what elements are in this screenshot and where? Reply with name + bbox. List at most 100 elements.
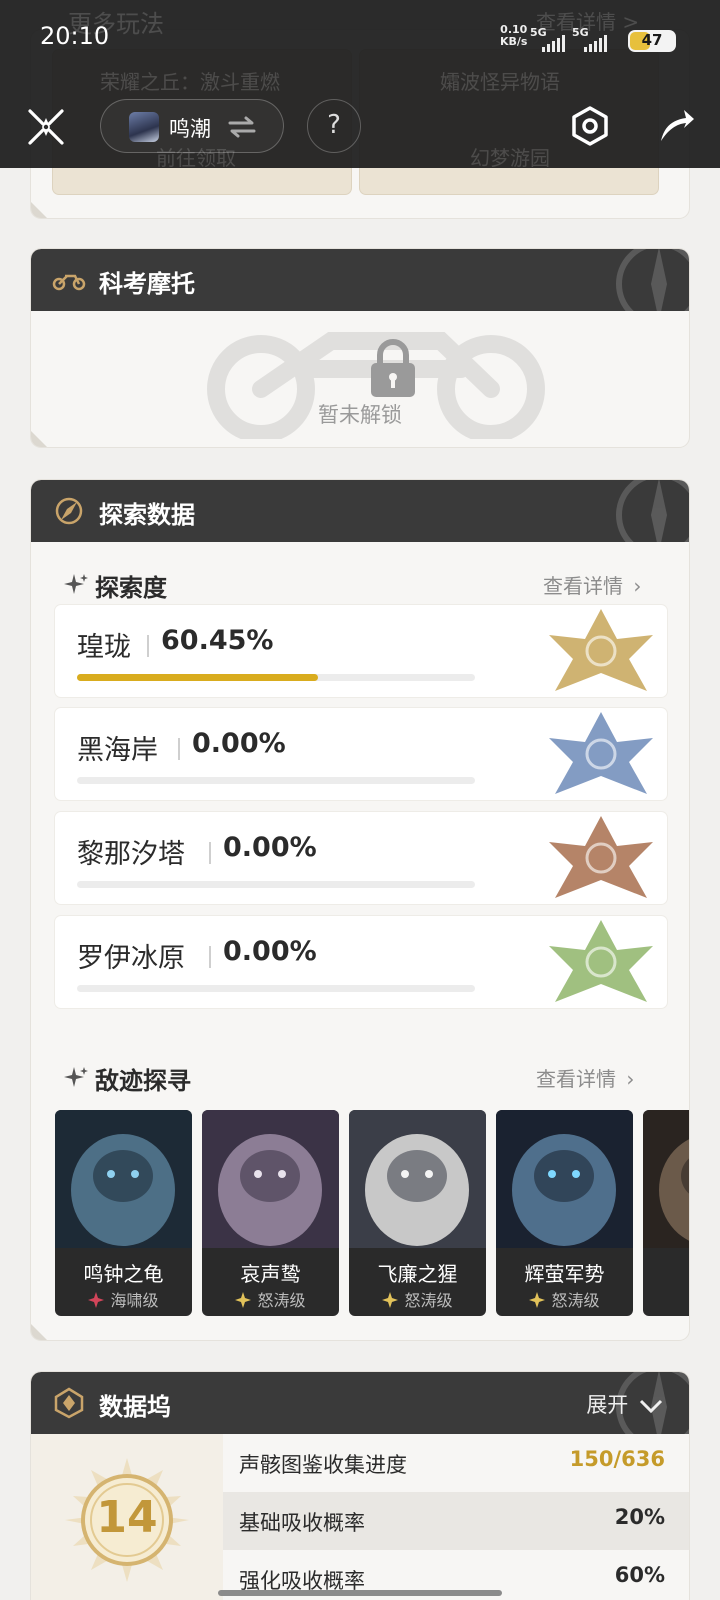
motorcycle-card: 科考摩托 暂未解锁 <box>31 249 689 447</box>
tier-star-icon <box>88 1292 105 1308</box>
region-name: 瑝珑 <box>77 632 131 663</box>
explore-data-card: 探索数据 探索度 查看详情 › 瑝珑 60.45% 黑海岸 0.00% 黎那汐塔 0.00… <box>31 480 689 1340</box>
enemy-tier: 怒涛级 <box>349 1287 486 1311</box>
battery-icon: 47 <box>628 30 676 52</box>
enemy-card[interactable]: 哀声鸷怒涛级 <box>202 1110 339 1316</box>
header-deco-icon <box>616 1372 689 1434</box>
network-speed-unit: KB/s <box>500 35 528 48</box>
sparkle-icon <box>64 1067 88 1087</box>
data-dock-row-label: 基础吸收概率 <box>239 1511 365 1535</box>
enemy-portrait <box>349 1110 486 1248</box>
data-dock-title: 数据坞 <box>99 1393 171 1421</box>
motorcycle-icon <box>52 274 86 291</box>
enemy-portrait <box>496 1110 633 1248</box>
header-deco-icon <box>616 249 689 311</box>
explore-header: 探索数据 <box>31 480 689 542</box>
enemy-card[interactable]: 鸣钟之龟海啸级 <box>55 1110 192 1316</box>
region-percent: 0.00% <box>223 936 317 967</box>
tier-star-icon <box>382 1292 399 1308</box>
clock: 20:10 <box>40 22 110 50</box>
divider <box>178 738 180 760</box>
game-avatar <box>129 112 159 142</box>
enemy-name: 鸣钟之龟 <box>83 1262 164 1286</box>
region-name: 黎那汐塔 <box>77 839 185 870</box>
swap-icon <box>228 116 256 138</box>
enemy-tier: 怒涛级 <box>202 1287 339 1311</box>
region-name: 黑海岸 <box>77 735 158 766</box>
enemy-tier-label: 怒涛级 <box>404 1291 453 1310</box>
exploration-progress-title: 探索度 <box>95 574 167 602</box>
help-button[interactable]: ? <box>307 99 361 153</box>
region-row[interactable]: 罗伊冰原 0.00% <box>55 916 667 1008</box>
enemy-card[interactable]: 辉萤军势怒涛级 <box>496 1110 633 1316</box>
data-dock-row: 基础吸收概率 20% <box>223 1492 689 1550</box>
enemy-tier-label: 怒涛级 <box>257 1291 306 1310</box>
enemy-name: 哀声鸷 <box>240 1262 301 1286</box>
data-dock-row-value: 60% <box>614 1563 665 1587</box>
enemy-details-label: 查看详情 <box>536 1067 616 1091</box>
enemy-portrait <box>55 1110 192 1248</box>
region-emblem-icon <box>549 609 653 691</box>
exploration-details-link[interactable]: 查看详情 › <box>543 570 641 599</box>
network-speed: 0.10 KB/s <box>500 24 527 48</box>
data-dock-row-value: 150/636 <box>569 1447 665 1471</box>
region-percent: 0.00% <box>192 728 286 759</box>
data-dock-level-panel: 14 <box>31 1434 223 1600</box>
region-emblem-icon <box>549 816 653 898</box>
progress-track <box>77 777 475 784</box>
chevron-right-icon: › <box>626 1067 635 1091</box>
app-logo-icon[interactable] <box>26 107 66 147</box>
data-dock-icon <box>54 1387 84 1419</box>
battery-level: 47 <box>641 31 663 49</box>
enemy-tier: 怒涛级 <box>496 1287 633 1311</box>
status-bar: 20:10 0.10 KB/s 5G 5G 47 <box>0 0 720 80</box>
signal-icon: 5G <box>572 26 612 52</box>
motorcycle-title: 科考摩托 <box>99 270 195 298</box>
enemy-card[interactable]: 聚 <box>643 1110 689 1316</box>
explore-title: 探索数据 <box>99 501 195 529</box>
enemy-name: 飞廉之猩 <box>377 1262 458 1286</box>
enemy-portrait <box>643 1110 689 1248</box>
motorcycle-header: 科考摩托 <box>31 249 689 311</box>
divider <box>147 635 149 657</box>
enemy-details-link[interactable]: 查看详情 › <box>536 1063 634 1092</box>
settings-hexagon-icon[interactable] <box>570 105 610 147</box>
region-emblem-icon <box>549 920 653 1002</box>
region-row[interactable]: 瑝珑 60.45% <box>55 605 667 697</box>
enemy-tier: 海啸级 <box>55 1287 192 1311</box>
enemy-tier-label: 怒涛级 <box>551 1291 600 1310</box>
header-deco-icon <box>616 480 689 542</box>
enemy-card[interactable]: 飞廉之猩怒涛级 <box>349 1110 486 1316</box>
region-row[interactable]: 黑海岸 0.00% <box>55 708 667 800</box>
tier-star-icon <box>529 1292 546 1308</box>
enemy-carousel[interactable]: 鸣钟之龟海啸级哀声鸷怒涛级飞廉之猩怒涛级辉萤军势怒涛级聚 <box>55 1110 689 1320</box>
divider <box>209 842 211 864</box>
region-emblem-icon <box>549 712 653 794</box>
tier-star-icon <box>235 1292 252 1308</box>
game-switcher-button[interactable]: 鸣潮 <box>100 99 284 153</box>
data-dock-row-label: 声骸图鉴收集进度 <box>239 1453 407 1477</box>
progress-fill <box>77 674 318 681</box>
data-dock-level: 14 <box>96 1492 158 1543</box>
data-dock-card: 数据坞 展开 14 声骸图鉴收集进度 150/636 基础吸收概率 20% 强化吸收概率… <box>31 1372 689 1600</box>
enemy-tier-label: 海啸级 <box>110 1291 159 1310</box>
region-name: 罗伊冰原 <box>77 943 185 974</box>
exploration-details-label: 查看详情 <box>543 574 623 598</box>
lock-icon <box>371 339 415 397</box>
sparkle-icon <box>64 574 88 594</box>
enemy-name: 辉萤军势 <box>524 1262 605 1286</box>
signal-icon: 5G <box>530 26 570 52</box>
data-dock-row-value: 20% <box>614 1505 665 1529</box>
region-percent: 60.45% <box>161 625 274 656</box>
region-row[interactable]: 黎那汐塔 0.00% <box>55 812 667 904</box>
home-indicator[interactable] <box>218 1590 502 1596</box>
divider <box>209 946 211 968</box>
progress-track <box>77 881 475 888</box>
enemy-name: 聚 <box>643 1258 689 1287</box>
region-percent: 0.00% <box>223 832 317 863</box>
compass-icon <box>55 497 83 525</box>
locked-text: 暂未解锁 <box>318 403 402 427</box>
progress-track <box>77 674 475 681</box>
share-icon[interactable] <box>656 105 696 145</box>
data-dock-row: 声骸图鉴收集进度 150/636 <box>223 1434 689 1492</box>
